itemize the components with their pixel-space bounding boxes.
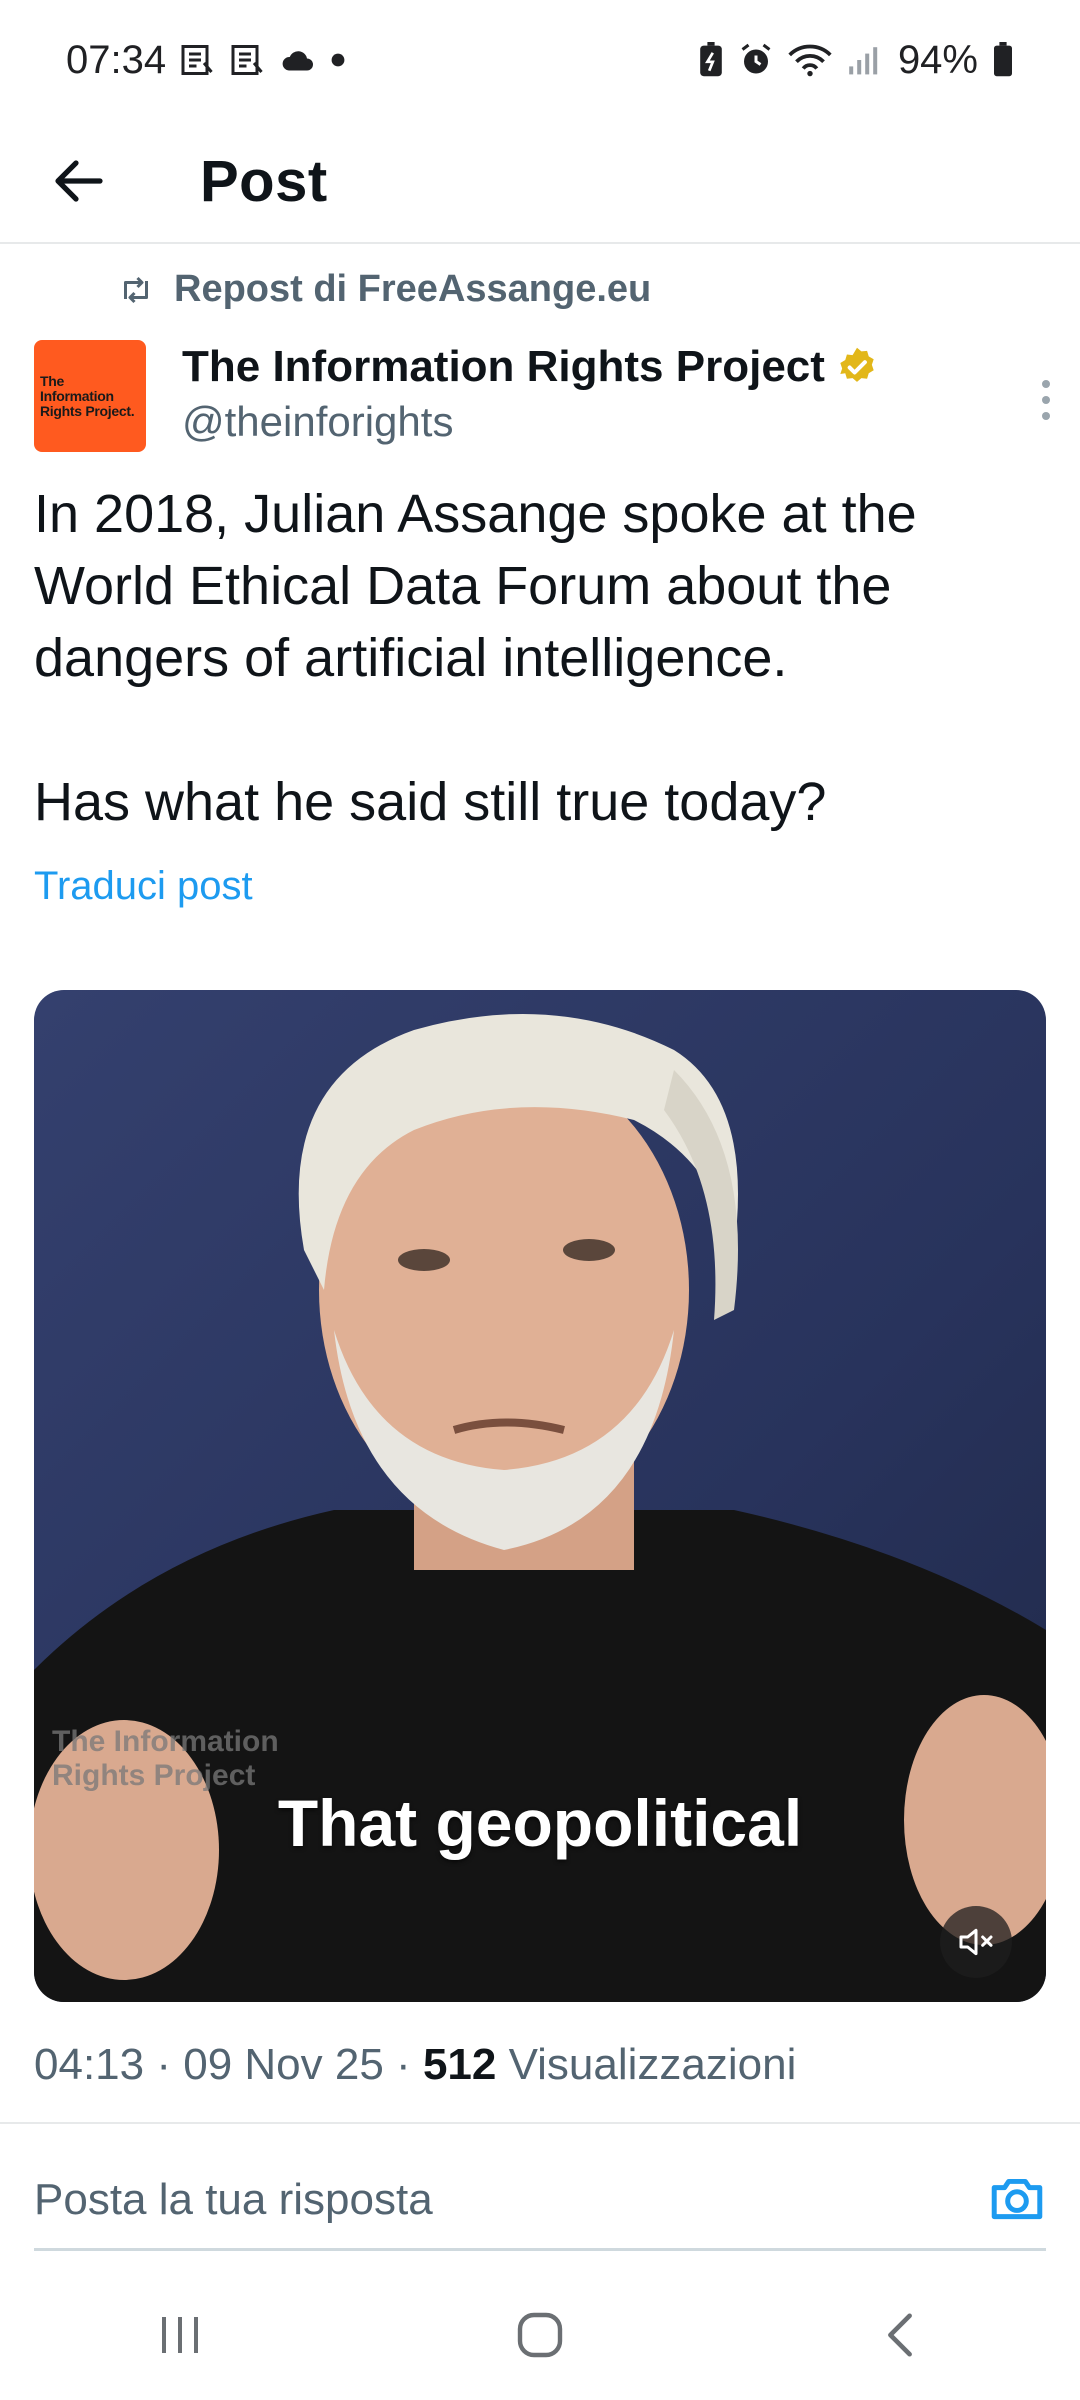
status-left: 07:34 bbox=[66, 38, 346, 83]
dot-icon bbox=[330, 52, 346, 68]
more-options-button[interactable] bbox=[1026, 370, 1066, 430]
post-paragraph: Has what he said still true today? bbox=[34, 772, 827, 832]
system-nav-bar bbox=[0, 2270, 1080, 2400]
post-text: In 2018, Julian Assange spoke at the Wor… bbox=[34, 478, 1044, 838]
status-time: 07:34 bbox=[66, 37, 167, 82]
page-title: Post bbox=[200, 148, 328, 214]
home-icon bbox=[517, 2312, 563, 2358]
back-button[interactable] bbox=[18, 119, 138, 243]
views-label[interactable]: Visualizzazioni bbox=[509, 2040, 797, 2089]
translate-post-link[interactable]: Traduci post bbox=[34, 864, 253, 909]
chevron-left-icon bbox=[888, 2313, 912, 2357]
camera-icon bbox=[991, 2178, 1043, 2219]
video-player[interactable]: The Information Rights Project That geop… bbox=[34, 990, 1046, 2002]
status-right: 94% bbox=[698, 38, 1014, 83]
post-time: 04:13 bbox=[34, 2040, 145, 2089]
alarm-icon bbox=[738, 42, 774, 78]
top-app-bar: Post bbox=[0, 120, 1080, 244]
reply-underline bbox=[34, 2248, 1046, 2251]
recents-button[interactable] bbox=[100, 2285, 260, 2385]
mute-button[interactable] bbox=[940, 1906, 1012, 1978]
battery-saver-icon bbox=[698, 42, 724, 78]
battery-icon bbox=[992, 42, 1014, 78]
more-vertical-icon bbox=[1042, 396, 1050, 404]
post-paragraph: In 2018, Julian Assange spoke at the Wor… bbox=[34, 484, 917, 688]
avatar-logo-text: The Information Rights Project. bbox=[40, 372, 135, 419]
volume-muted-icon bbox=[959, 1928, 993, 1956]
author-handle[interactable]: @theinforights bbox=[182, 398, 453, 446]
battery-percent: 94% bbox=[897, 37, 978, 82]
post-meta: 04:13 · 09 Nov 25 · 512 Visualizzazioni bbox=[34, 2040, 797, 2089]
author-name[interactable]: The Information Rights Project bbox=[182, 342, 825, 392]
reply-input[interactable] bbox=[34, 2175, 834, 2225]
reply-bar bbox=[34, 2160, 1046, 2240]
more-vertical-icon bbox=[1042, 380, 1050, 388]
repost-indicator[interactable]: Repost di FreeAssange.eu bbox=[118, 268, 651, 311]
status-bar: 07:34 94% bbox=[0, 0, 1080, 120]
more-vertical-icon bbox=[1042, 412, 1050, 420]
home-button[interactable] bbox=[460, 2285, 620, 2385]
arrow-left-icon bbox=[55, 160, 103, 202]
verified-badge-icon[interactable] bbox=[835, 345, 879, 389]
author-row: The Information Rights Project. The Info… bbox=[34, 340, 1054, 460]
divider bbox=[0, 2122, 1080, 2124]
camera-button[interactable] bbox=[988, 2173, 1046, 2228]
video-caption: That geopolitical bbox=[277, 1786, 803, 1860]
author-name-row: The Information Rights Project bbox=[182, 342, 879, 392]
view-count[interactable]: 512 bbox=[423, 2040, 496, 2089]
repost-label: Repost di FreeAssange.eu bbox=[174, 268, 652, 310]
recents-icon bbox=[162, 2317, 198, 2353]
repost-icon bbox=[124, 276, 148, 303]
back-nav-button[interactable] bbox=[820, 2285, 980, 2385]
wifi-icon bbox=[788, 42, 832, 78]
avatar[interactable]: The Information Rights Project. bbox=[34, 340, 146, 452]
signal-icon bbox=[846, 44, 878, 76]
video-watermark: The Information Rights Project bbox=[52, 1725, 279, 1792]
post-date: 09 Nov 25 bbox=[183, 2040, 384, 2089]
news-icon bbox=[230, 42, 266, 78]
cloud-icon bbox=[280, 46, 316, 74]
news-icon bbox=[180, 42, 216, 78]
